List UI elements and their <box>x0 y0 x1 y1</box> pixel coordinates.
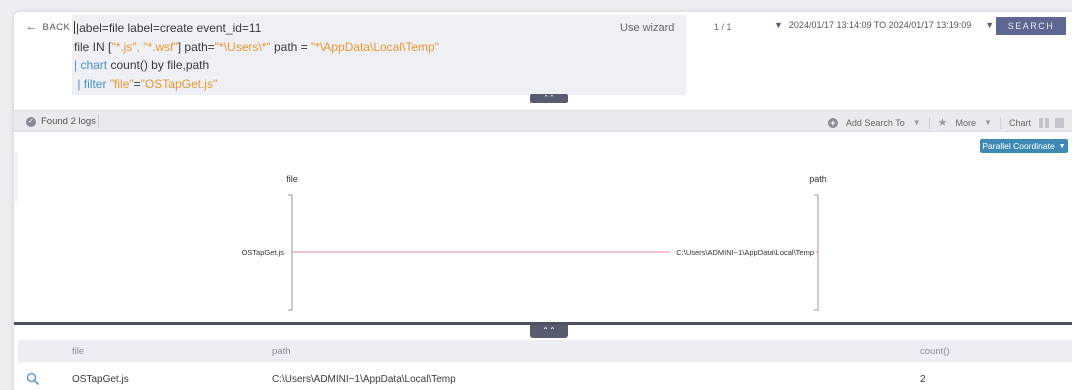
collapse-chart-button[interactable]: ⌃⌃ <box>530 325 568 338</box>
collapse-editor-button[interactable]: ⌃⌃ <box>530 94 568 103</box>
double-chevron-up-icon: ⌃⌃ <box>543 95 555 102</box>
chart-view-icons[interactable] <box>1039 117 1064 128</box>
query-line-3: | chart count() by file,path <box>74 58 210 72</box>
query-line-2: file IN ["*.js", "*.wsf"] path="*\Users\… <box>74 39 439 54</box>
use-wizard-link[interactable]: Use wizard <box>620 22 674 34</box>
column-header-file[interactable]: file <box>72 346 84 357</box>
parallel-coordinates-chart: file path OSTapGet.js C:\Users\ADMINI~1\App… <box>241 174 827 311</box>
bar-icon <box>1039 117 1043 128</box>
text-cursor <box>74 21 75 34</box>
date-range-picker[interactable]: ▼ 2024/01/17 13:14:09 TO 2024/01/17 13:1… <box>774 20 994 30</box>
column-header-count[interactable]: count() <box>920 346 950 357</box>
caret-down-icon: ▼ <box>985 20 995 30</box>
axis-title-path: path <box>809 174 827 184</box>
side-gutter <box>14 152 18 202</box>
cell-path: C:\Users\ADMINI~1\AppData\Local\Temp <box>272 374 456 385</box>
axis-title-file: file <box>286 174 298 184</box>
column-header-path[interactable]: path <box>272 346 291 357</box>
date-range-label: 2024/01/17 13:14:09 TO 2024/01/17 13:19:… <box>788 20 972 30</box>
caret-down-icon[interactable]: ▼ <box>913 118 921 127</box>
grid-icon <box>1055 117 1064 128</box>
search-button[interactable]: SEARCH <box>996 17 1066 35</box>
double-chevron-up-icon: ⌃⌃ <box>542 326 556 335</box>
divider <box>98 114 99 128</box>
divider <box>928 116 930 129</box>
page-indicator: 1 / 1 <box>714 22 732 32</box>
add-search-to-button[interactable]: Add Search To <box>846 118 905 128</box>
results-status-bar: ✓ Found 2 logs + Add Search To ▼ ★ More … <box>14 110 1072 132</box>
query-line-4: | filter "file"="OSTapGet.js" <box>74 76 218 91</box>
cell-count: 2 <box>920 374 926 385</box>
more-button[interactable]: More <box>956 118 977 128</box>
tick-label-path: C:\Users\ADMINI~1\AppData\Local\Temp <box>676 248 814 257</box>
back-button[interactable]: ← BACK <box>26 21 70 33</box>
query-toolbar: ← BACK |abel=file label=create event_id=… <box>14 12 1072 108</box>
check-circle-icon: ✓ <box>26 116 36 127</box>
found-logs-label: Found 2 logs <box>41 116 96 127</box>
app-frame: ← BACK |abel=file label=create event_id=… <box>14 12 1072 390</box>
bar-icon <box>1045 117 1049 128</box>
back-label: BACK <box>42 21 71 33</box>
table-row[interactable]: OSTapGet.js C:\Users\ADMINI~1\AppData\Lo… <box>18 366 1072 390</box>
axis-file <box>288 194 293 311</box>
table-header: file path count() <box>18 340 1072 362</box>
plus-circle-icon: + <box>827 117 838 128</box>
caret-down-icon[interactable]: ▼ <box>984 118 992 127</box>
cell-file: OSTapGet.js <box>72 374 129 385</box>
results-actions: + Add Search To ▼ ★ More ▼ Chart <box>827 116 1064 129</box>
query-editor[interactable]: |abel=file label=create event_id=11 file… <box>72 15 686 95</box>
tick-label-file: OSTapGet.js <box>241 248 284 257</box>
star-icon: ★ <box>937 117 948 129</box>
found-logs: ✓ Found 2 logs <box>26 116 96 127</box>
caret-down-icon: ▼ <box>774 20 783 30</box>
query-line-1: |abel=file label=create event_id=11 <box>74 21 262 35</box>
search-icon[interactable] <box>26 372 40 386</box>
arrow-left-icon: ← <box>26 21 38 33</box>
chart-toggle-label[interactable]: Chart <box>1009 118 1031 128</box>
chart-area: Parallel Coordinate ▼ file path OSTapGet.j… <box>14 133 1072 323</box>
divider <box>999 116 1001 129</box>
